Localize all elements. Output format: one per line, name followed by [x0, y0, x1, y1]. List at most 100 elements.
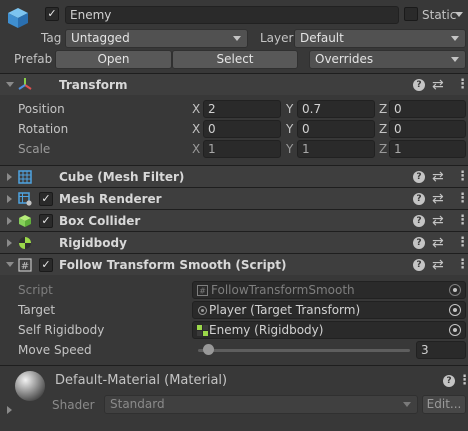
help-icon[interactable]: ?	[413, 215, 425, 227]
position-x-value: 2	[208, 102, 216, 116]
object-picker-icon[interactable]	[449, 324, 461, 336]
scale-x-value: 1	[208, 142, 216, 156]
rigidbody-title: Rigidbody	[59, 236, 127, 250]
scale-z-field[interactable]: 1	[389, 140, 466, 158]
rotation-x-axis[interactable]: X	[192, 121, 200, 137]
more-options-icon[interactable]: ⋮	[456, 192, 468, 206]
position-x-field[interactable]: 2	[203, 100, 281, 118]
move-speed-slider-track[interactable]	[198, 349, 410, 352]
shader-edit-button[interactable]: Edit...	[422, 395, 466, 414]
box-collider-enabled-checkbox[interactable]: ✓	[39, 214, 53, 228]
more-options-icon[interactable]: ⋮	[456, 170, 468, 184]
move-speed-slider-handle[interactable]	[203, 344, 215, 355]
move-speed-field[interactable]: 3	[416, 341, 466, 359]
help-icon[interactable]: ?	[413, 259, 425, 271]
chevron-down-icon	[403, 402, 411, 407]
position-y-axis[interactable]: Y	[286, 101, 293, 117]
foldout-collapsed-icon[interactable]	[7, 173, 12, 181]
presets-icon[interactable]: ⇄	[432, 236, 444, 250]
position-x-axis[interactable]: X	[192, 101, 200, 117]
scale-label: Scale	[18, 142, 51, 156]
mesh-renderer-enabled-checkbox[interactable]: ✓	[39, 192, 53, 206]
help-icon[interactable]: ?	[413, 171, 425, 183]
box-collider-title: Box Collider	[59, 214, 141, 228]
tag-dropdown[interactable]: Untagged	[65, 29, 248, 48]
foldout-collapsed-icon[interactable]	[7, 195, 12, 203]
self-rigidbody-field[interactable]: Enemy (Rigidbody)	[192, 321, 466, 339]
rotation-z-axis[interactable]: Z	[379, 121, 387, 137]
more-options-icon[interactable]: ⋮	[456, 236, 468, 250]
object-picker-icon[interactable]	[449, 304, 461, 316]
prefab-select-button[interactable]: Select	[172, 50, 298, 69]
shader-value: Standard	[110, 397, 165, 411]
rigidbody-ref-icon	[197, 325, 208, 336]
shader-label: Shader	[52, 398, 95, 412]
position-label: Position	[18, 102, 65, 116]
foldout-collapsed-icon[interactable]	[7, 217, 12, 225]
more-options-icon[interactable]: ⋮	[456, 214, 468, 228]
more-options-icon[interactable]: ⋮	[458, 374, 468, 388]
tag-label: Tag	[41, 31, 62, 45]
foldout-expanded-icon[interactable]	[6, 262, 14, 267]
script-enabled-checkbox[interactable]: ✓	[39, 258, 53, 272]
script-header[interactable]: # ✓ Follow Transform Smooth (Script) ? ⇄…	[0, 253, 468, 275]
rotation-y-axis[interactable]: Y	[286, 121, 293, 137]
more-options-icon[interactable]: ⋮	[456, 258, 468, 272]
foldout-expanded-icon[interactable]	[6, 82, 14, 87]
foldout-collapsed-icon[interactable]	[7, 239, 12, 247]
presets-icon[interactable]: ⇄	[432, 214, 444, 228]
mesh-renderer-icon	[18, 192, 32, 206]
scale-x-axis[interactable]: X	[192, 141, 200, 157]
position-y-value: 0.7	[302, 102, 322, 116]
position-y-field[interactable]: 0.7	[297, 100, 375, 118]
gameobject-cube-icon	[8, 8, 28, 28]
script-icon: #	[18, 258, 32, 272]
help-icon[interactable]: ?	[413, 237, 425, 249]
box-collider-icon	[19, 215, 31, 227]
material-divider	[0, 365, 468, 366]
prefab-open-button[interactable]: Open	[55, 50, 172, 69]
mesh-filter-header[interactable]: Cube (Mesh Filter) ? ⇄ ⋮	[0, 165, 468, 187]
position-z-axis[interactable]: Z	[379, 101, 387, 117]
rotation-x-field[interactable]: 0	[203, 120, 281, 138]
chevron-down-icon	[451, 57, 459, 62]
presets-icon[interactable]: ⇄	[432, 78, 444, 92]
presets-icon[interactable]: ⇄	[432, 258, 444, 272]
rotation-z-value: 0	[394, 122, 402, 136]
box-collider-header[interactable]: ✓ Box Collider ? ⇄ ⋮	[0, 209, 468, 231]
more-options-icon[interactable]: ⋮	[456, 78, 468, 92]
static-dropdown-arrow[interactable]	[455, 12, 463, 17]
mesh-filter-icon	[18, 170, 32, 184]
layer-dropdown[interactable]: Default	[294, 29, 466, 48]
mesh-renderer-header[interactable]: ✓ Mesh Renderer ? ⇄ ⋮	[0, 187, 468, 209]
target-field[interactable]: Player (Target Transform)	[192, 301, 466, 319]
help-icon[interactable]: ?	[443, 375, 455, 387]
static-checkbox[interactable]	[404, 7, 418, 21]
help-icon[interactable]: ?	[413, 193, 425, 205]
self-rigidbody-value: Enemy (Rigidbody)	[209, 323, 324, 337]
shader-dropdown[interactable]: Standard	[104, 395, 418, 414]
foldout-collapsed-icon[interactable]	[7, 406, 12, 414]
scale-x-field[interactable]: 1	[203, 140, 281, 158]
presets-icon[interactable]: ⇄	[432, 192, 444, 206]
position-z-field[interactable]: 0	[389, 100, 466, 118]
rotation-z-field[interactable]: 0	[389, 120, 466, 138]
move-speed-value: 3	[421, 343, 429, 357]
mesh-renderer-title: Mesh Renderer	[59, 192, 162, 206]
gameobject-active-checkbox[interactable]: ✓	[45, 7, 59, 21]
scale-y-axis[interactable]: Y	[286, 141, 293, 157]
scale-y-field[interactable]: 1	[297, 140, 375, 158]
rotation-y-field[interactable]: 0	[297, 120, 375, 138]
gameobject-name-field[interactable]: Enemy	[65, 6, 399, 24]
help-icon[interactable]: ?	[413, 79, 425, 91]
material-name: Default-Material (Material)	[55, 373, 228, 388]
prefab-overrides-dropdown[interactable]: Overrides	[309, 50, 466, 69]
rigidbody-header[interactable]: Rigidbody ? ⇄ ⋮	[0, 231, 468, 253]
rotation-label: Rotation	[18, 122, 69, 136]
static-label: Static	[422, 8, 457, 22]
scale-y-value: 1	[302, 142, 310, 156]
transform-ref-icon	[198, 306, 207, 315]
scale-z-axis[interactable]: Z	[379, 141, 387, 157]
presets-icon[interactable]: ⇄	[432, 170, 444, 184]
transform-header[interactable]: Transform ? ⇄ ⋮	[0, 73, 468, 95]
